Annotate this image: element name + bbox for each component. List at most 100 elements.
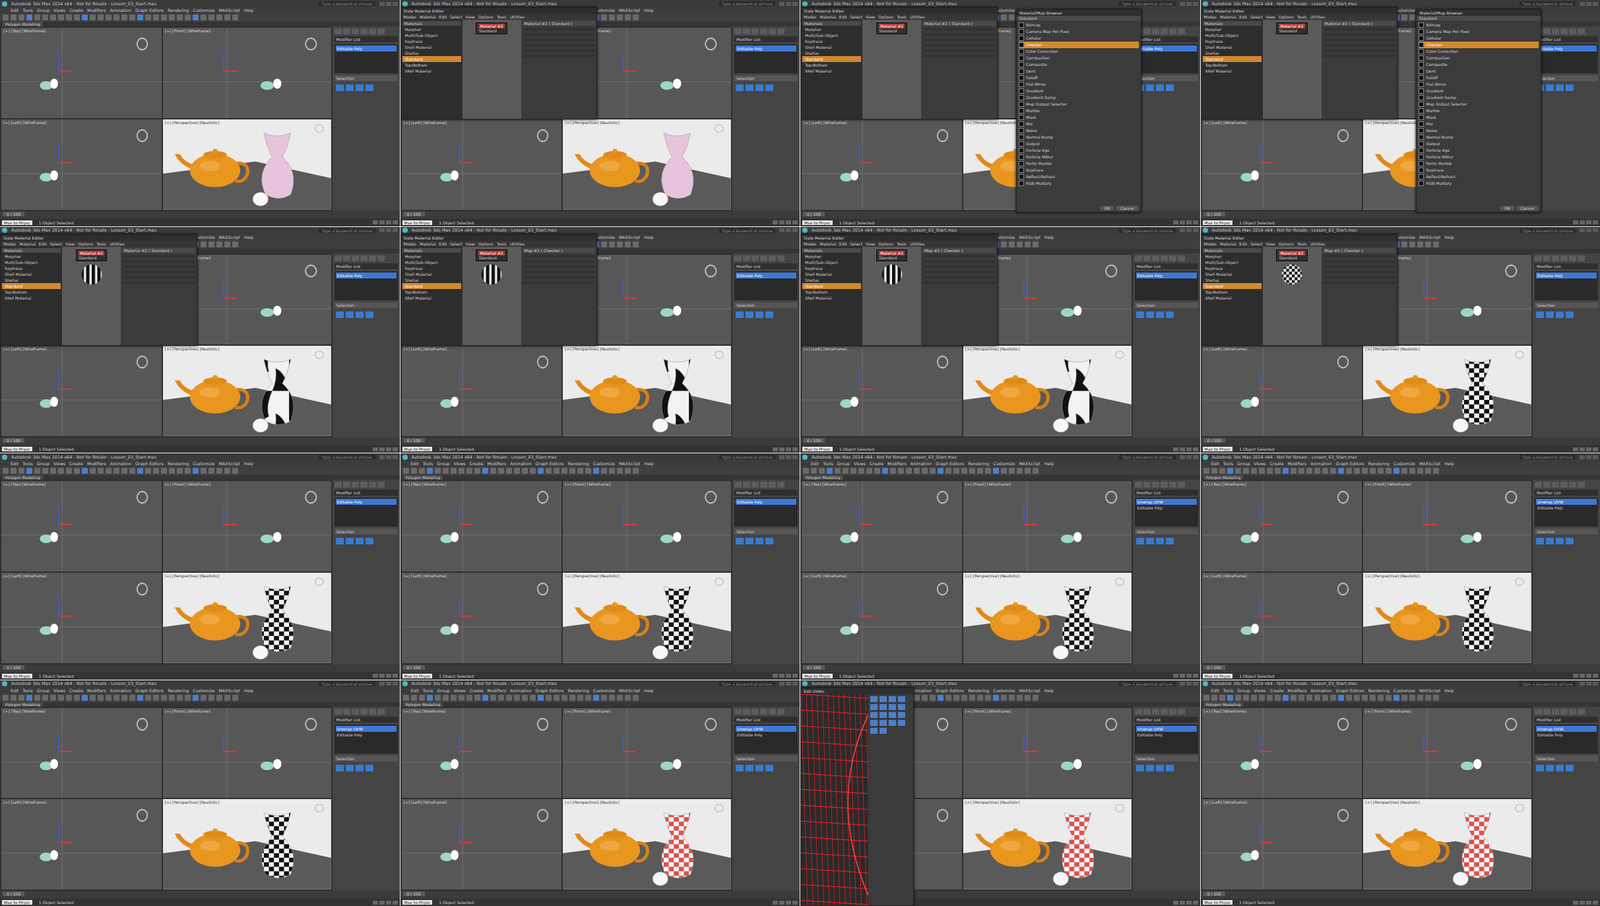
window-buttons[interactable] — [1579, 228, 1599, 233]
tool-icon[interactable] — [1361, 694, 1368, 701]
tool-icon[interactable] — [529, 694, 536, 701]
menu-item[interactable]: Modifiers — [87, 7, 107, 13]
map-item[interactable]: Combustion — [1418, 54, 1539, 62]
time-slider[interactable]: 0 / 100 — [1203, 891, 1226, 896]
menu-item[interactable]: Modifiers — [887, 461, 907, 466]
ribbon-tab[interactable]: Polygon Modeling — [2, 21, 43, 27]
parameter-row[interactable] — [1322, 259, 1397, 264]
material-item[interactable]: Standard — [1, 283, 61, 289]
material-item[interactable]: Shell Material — [802, 271, 862, 278]
menu-item[interactable]: Modes — [803, 241, 817, 247]
viewport[interactable]: [+] [Front] [Wireframe] — [562, 480, 732, 572]
tool-icon[interactable] — [58, 694, 64, 701]
parameter-row[interactable] — [122, 254, 196, 258]
tool-icon[interactable] — [42, 14, 49, 21]
map-browser-window[interactable]: Material/Map Browser Standard BitmapCame… — [1415, 9, 1542, 213]
material-editor-window[interactable]: Slate Material Editor ModesMaterialEditS… — [400, 7, 598, 120]
map-item[interactable]: RGB Multiply — [1418, 180, 1539, 187]
map-item[interactable]: Raytrace — [1418, 166, 1539, 174]
map-item[interactable]: Flat Mirror — [1018, 81, 1139, 88]
perspective-viewport[interactable]: [+] [Perspective] [Realistic] — [562, 119, 732, 210]
tool-icon[interactable] — [97, 14, 104, 21]
selection-mode-icon[interactable] — [355, 311, 364, 319]
uv-tool-icon[interactable] — [870, 719, 878, 726]
maxscript-listener[interactable]: Max to Physc — [802, 446, 833, 452]
dialog-title[interactable]: Slate Material Editor — [1201, 234, 1398, 241]
tool-icon[interactable] — [858, 467, 865, 474]
material-item[interactable]: XRef Material — [1202, 67, 1262, 74]
modifier-list-dropdown[interactable]: Modifier List — [1534, 36, 1599, 43]
material-item[interactable]: Shell Material — [802, 44, 862, 51]
panel-tab-icon[interactable] — [360, 708, 368, 715]
perspective-viewport[interactable]: [+] [Perspective] [Realistic] — [963, 799, 1132, 890]
panel-tab-icon[interactable] — [1160, 255, 1168, 262]
map-item[interactable]: Marble — [1418, 107, 1539, 115]
stack-item[interactable]: Editable Poly — [335, 498, 397, 505]
material-item[interactable]: Shell Material — [1202, 271, 1262, 278]
tool-icon[interactable] — [1203, 694, 1210, 701]
selection-mode-icon[interactable] — [1565, 537, 1574, 545]
selection-mode-icon[interactable] — [745, 764, 754, 772]
tool-icon[interactable] — [176, 14, 183, 21]
selection-mode-icon[interactable] — [335, 311, 344, 319]
stack-item[interactable]: Editable Poly — [1536, 504, 1597, 511]
window-buttons[interactable] — [1579, 681, 1599, 686]
tool-icon[interactable] — [850, 467, 857, 474]
selection-mode-icon[interactable] — [1146, 764, 1154, 772]
tool-icon[interactable] — [168, 467, 175, 474]
stack-item[interactable]: Unwrap UVW — [1536, 498, 1597, 505]
tool-icon[interactable] — [529, 467, 536, 474]
menu-item[interactable]: Tools — [1223, 688, 1234, 693]
map-item[interactable]: Reflect/Refract — [1018, 173, 1139, 181]
tool-icon[interactable] — [26, 467, 33, 474]
tool-icon[interactable] — [953, 467, 960, 474]
tool-icon[interactable] — [608, 14, 615, 21]
map-item[interactable]: Composite — [1018, 61, 1139, 68]
panel-tab-icon[interactable] — [1169, 481, 1177, 488]
dialog-title[interactable]: Slate Material Editor — [800, 7, 997, 14]
map-item[interactable]: Normal Bump — [1018, 133, 1139, 141]
viewport-label[interactable]: [+] [Left] [Wireframe] — [403, 573, 447, 578]
tool-icon[interactable] — [913, 694, 920, 701]
panel-tab-icon[interactable] — [1152, 28, 1160, 35]
panel-tab-icon[interactable] — [1534, 708, 1542, 715]
tool-icon[interactable] — [105, 14, 112, 21]
tool-icon[interactable] — [569, 694, 576, 701]
viewport-label[interactable]: [+] [Left] [Wireframe] — [3, 799, 47, 805]
tool-icon[interactable] — [160, 467, 167, 474]
timeline[interactable]: 0 / 100 — [800, 664, 1201, 673]
menu-item[interactable]: Select — [1250, 241, 1263, 247]
panel-tab-icon[interactable] — [334, 708, 342, 715]
panel-tab-icon[interactable] — [768, 708, 776, 715]
maxscript-listener[interactable]: Max to Physc — [1202, 220, 1234, 225]
material-item[interactable]: Shellac — [802, 50, 862, 57]
menu-item[interactable]: Views — [1253, 688, 1266, 693]
viewport[interactable]: [+] [Left] [Wireframe] — [801, 119, 962, 210]
menu-item[interactable]: Graph Editors — [135, 7, 164, 13]
tool-icon[interactable] — [1024, 241, 1031, 248]
tool-icon[interactable] — [537, 694, 544, 701]
parameter-row[interactable] — [522, 259, 596, 264]
selection-mode-icon[interactable] — [755, 311, 764, 319]
playback-controls[interactable] — [1173, 900, 1199, 905]
tool-icon[interactable] — [937, 467, 944, 474]
material-item[interactable]: Shellac — [1202, 277, 1262, 284]
map-item[interactable]: Bitmap — [1018, 21, 1139, 29]
maxscript-listener[interactable]: Max to Physc — [402, 446, 433, 452]
tool-icon[interactable] — [985, 694, 992, 701]
tool-icon[interactable] — [1000, 241, 1007, 248]
tool-icon[interactable] — [1250, 694, 1257, 701]
menu-item[interactable]: View — [1266, 14, 1276, 20]
menu-item[interactable]: MAXScript — [1018, 234, 1040, 240]
tool-icon[interactable] — [1032, 694, 1039, 701]
tool-icon[interactable] — [418, 694, 425, 701]
tool-icon[interactable] — [176, 694, 183, 701]
viewport[interactable]: [+] [Left] [Wireframe] — [1202, 572, 1363, 664]
timeline[interactable]: 0 / 100 — [0, 890, 400, 899]
map-item[interactable]: Output — [1418, 140, 1539, 148]
tool-icon[interactable] — [145, 14, 152, 21]
map-item[interactable]: Flat Mirror — [1418, 81, 1539, 88]
viewport[interactable]: [+] [Left] [Wireframe] — [1202, 345, 1363, 437]
tool-icon[interactable] — [1211, 694, 1218, 701]
selection-mode-icon[interactable] — [1165, 84, 1174, 92]
